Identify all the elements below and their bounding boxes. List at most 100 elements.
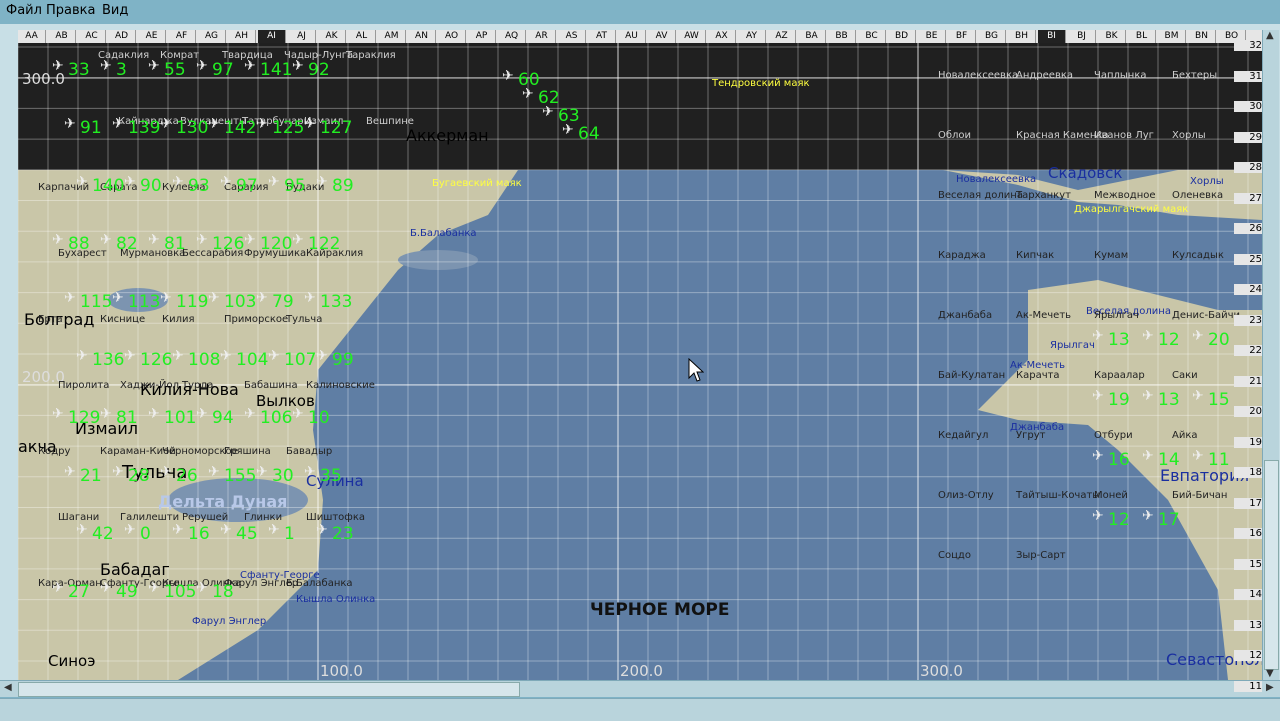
vertical-scrollbar[interactable]: ▲ ▼ (1262, 30, 1279, 680)
unit-label: 12 (1158, 330, 1180, 350)
aircraft-icon[interactable]: ✈ (64, 116, 76, 132)
aircraft-icon[interactable]: ✈ (100, 232, 112, 248)
aircraft-icon[interactable]: ✈ (172, 522, 184, 538)
aircraft-icon[interactable]: ✈ (160, 464, 172, 480)
horizontal-scroll-thumb[interactable] (18, 682, 520, 697)
aircraft-icon[interactable]: ✈ (268, 174, 280, 190)
aircraft-icon[interactable]: ✈ (1142, 508, 1154, 524)
aircraft-icon[interactable]: ✈ (172, 348, 184, 364)
aircraft-icon[interactable]: ✈ (196, 232, 208, 248)
unit-label: 126 (212, 234, 245, 254)
aircraft-icon[interactable]: ✈ (1092, 328, 1104, 344)
aircraft-icon[interactable]: ✈ (256, 290, 268, 306)
aircraft-icon[interactable]: ✈ (112, 116, 124, 132)
aircraft-icon[interactable]: ✈ (1192, 448, 1204, 464)
column-ba: BA (798, 30, 826, 43)
aircraft-icon[interactable]: ✈ (52, 232, 64, 248)
map-canvas[interactable]: 300.0 200.0 100.0 200.0 300.0 ЧЕРНОЕ МОР… (18, 30, 1262, 680)
unit-label: 17 (1158, 510, 1180, 530)
aircraft-icon[interactable]: ✈ (1142, 388, 1154, 404)
aircraft-icon[interactable]: ✈ (76, 522, 88, 538)
aircraft-icon[interactable]: ✈ (76, 174, 88, 190)
aircraft-icon[interactable]: ✈ (256, 464, 268, 480)
place-small: Оленевка (1172, 190, 1224, 201)
aircraft-icon[interactable]: ✈ (160, 116, 172, 132)
aircraft-icon[interactable]: ✈ (112, 464, 124, 480)
aircraft-icon[interactable]: ✈ (292, 232, 304, 248)
aircraft-icon[interactable]: ✈ (124, 174, 136, 190)
aircraft-icon[interactable]: ✈ (52, 58, 64, 74)
aircraft-icon[interactable]: ✈ (268, 348, 280, 364)
aircraft-icon[interactable]: ✈ (208, 116, 220, 132)
aircraft-icon[interactable]: ✈ (1092, 448, 1104, 464)
aircraft-icon[interactable]: ✈ (1142, 448, 1154, 464)
scroll-left-icon[interactable]: ◀ (4, 682, 12, 693)
unit-label: 19 (1108, 390, 1130, 410)
aircraft-icon[interactable]: ✈ (100, 406, 112, 422)
aircraft-icon[interactable]: ✈ (148, 580, 160, 596)
aircraft-icon[interactable]: ✈ (292, 58, 304, 74)
scroll-up-icon[interactable]: ▲ (1266, 30, 1274, 41)
column-al: AL (348, 30, 376, 43)
aircraft-icon[interactable]: ✈ (196, 580, 208, 596)
aircraft-icon[interactable]: ✈ (562, 122, 574, 138)
aircraft-icon[interactable]: ✈ (196, 58, 208, 74)
aircraft-icon[interactable]: ✈ (220, 348, 232, 364)
aircraft-icon[interactable]: ✈ (268, 522, 280, 538)
aircraft-icon[interactable]: ✈ (124, 348, 136, 364)
column-ax: AX (708, 30, 736, 43)
aircraft-icon[interactable]: ✈ (244, 232, 256, 248)
aircraft-icon[interactable]: ✈ (172, 174, 184, 190)
aircraft-icon[interactable]: ✈ (124, 522, 136, 538)
aircraft-icon[interactable]: ✈ (304, 290, 316, 306)
aircraft-icon[interactable]: ✈ (112, 290, 124, 306)
aircraft-icon[interactable]: ✈ (64, 290, 76, 306)
aircraft-icon[interactable]: ✈ (1192, 388, 1204, 404)
aircraft-icon[interactable]: ✈ (522, 86, 534, 102)
aircraft-icon[interactable]: ✈ (64, 464, 76, 480)
aircraft-icon[interactable]: ✈ (244, 58, 256, 74)
aircraft-icon[interactable]: ✈ (100, 580, 112, 596)
aircraft-icon[interactable]: ✈ (208, 464, 220, 480)
aircraft-icon[interactable]: ✈ (1192, 328, 1204, 344)
horizontal-scrollbar[interactable]: ◀ ▶ (0, 680, 1280, 697)
aircraft-icon[interactable]: ✈ (304, 464, 316, 480)
aircraft-icon[interactable]: ✈ (76, 348, 88, 364)
aircraft-icon[interactable]: ✈ (52, 580, 64, 596)
row-19: 19 (1234, 436, 1262, 448)
aircraft-icon[interactable]: ✈ (100, 58, 112, 74)
aircraft-icon[interactable]: ✈ (208, 290, 220, 306)
aircraft-icon[interactable]: ✈ (1092, 508, 1104, 524)
scroll-right-icon[interactable]: ▶ (1266, 682, 1274, 693)
aircraft-icon[interactable]: ✈ (148, 58, 160, 74)
aircraft-icon[interactable]: ✈ (292, 406, 304, 422)
column-bj: BJ (1068, 30, 1096, 43)
aircraft-icon[interactable]: ✈ (502, 68, 514, 84)
aircraft-icon[interactable]: ✈ (304, 116, 316, 132)
column-ak: AK (318, 30, 346, 43)
aircraft-icon[interactable]: ✈ (160, 290, 172, 306)
scroll-down-icon[interactable]: ▼ (1266, 668, 1274, 679)
aircraft-icon[interactable]: ✈ (1142, 328, 1154, 344)
unit-label: 13 (1158, 390, 1180, 410)
menu-view[interactable]: Вид (102, 3, 128, 18)
aircraft-icon[interactable]: ✈ (1092, 388, 1104, 404)
aircraft-icon[interactable]: ✈ (196, 406, 208, 422)
aircraft-icon[interactable]: ✈ (220, 522, 232, 538)
aircraft-icon[interactable]: ✈ (244, 406, 256, 422)
unit-label: 97 (212, 60, 234, 80)
aircraft-icon[interactable]: ✈ (256, 116, 268, 132)
menu-edit[interactable]: Правка (46, 3, 95, 18)
place-balabanka: Б.Балабанка (410, 228, 477, 239)
aircraft-icon[interactable]: ✈ (220, 174, 232, 190)
unit-label: 106 (260, 408, 293, 428)
aircraft-icon[interactable]: ✈ (316, 348, 328, 364)
aircraft-icon[interactable]: ✈ (52, 406, 64, 422)
aircraft-icon[interactable]: ✈ (148, 232, 160, 248)
aircraft-icon[interactable]: ✈ (148, 406, 160, 422)
aircraft-icon[interactable]: ✈ (316, 174, 328, 190)
aircraft-icon[interactable]: ✈ (542, 104, 554, 120)
menu-file[interactable]: Файл (6, 3, 42, 18)
vertical-scroll-thumb[interactable] (1264, 460, 1279, 670)
aircraft-icon[interactable]: ✈ (316, 522, 328, 538)
